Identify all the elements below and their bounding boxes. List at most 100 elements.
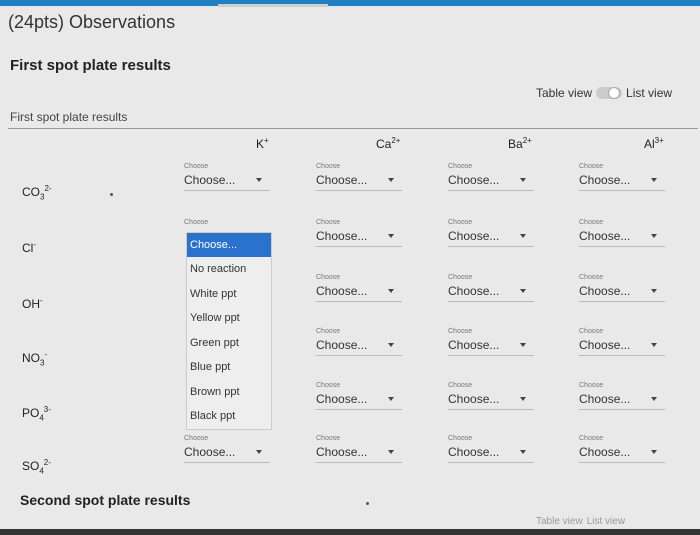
observation-select[interactable]: Choose Choose... bbox=[579, 163, 665, 191]
select-value[interactable]: Choose... bbox=[448, 172, 534, 188]
observation-select[interactable]: Choose Choose... bbox=[316, 163, 402, 191]
select-value-text: Choose... bbox=[448, 173, 500, 187]
chevron-down-icon[interactable] bbox=[651, 234, 657, 238]
select-value[interactable]: Choose... bbox=[184, 172, 270, 188]
chevron-down-icon[interactable] bbox=[520, 178, 526, 182]
dropdown-option[interactable]: Blue ppt bbox=[187, 355, 271, 380]
stray-dot bbox=[110, 193, 113, 196]
dropdown-option[interactable]: No reaction bbox=[187, 257, 271, 282]
chevron-down-icon[interactable] bbox=[388, 234, 394, 238]
dropdown-option[interactable]: Black ppt bbox=[187, 404, 271, 429]
select-small-label: Choose bbox=[579, 219, 604, 226]
select-small-label: Choose bbox=[184, 163, 209, 170]
select-value[interactable]: Choose... bbox=[448, 444, 534, 460]
observation-select[interactable]: Choose Choose... bbox=[448, 163, 534, 191]
observation-select[interactable]: Choose Choose... bbox=[184, 163, 270, 191]
chevron-down-icon[interactable] bbox=[651, 450, 657, 454]
dropdown-option[interactable]: White ppt bbox=[187, 282, 271, 307]
row-header-subscript: 3 bbox=[40, 192, 45, 202]
chevron-down-icon[interactable] bbox=[256, 178, 262, 182]
chevron-down-icon[interactable] bbox=[520, 397, 526, 401]
chevron-down-icon[interactable] bbox=[388, 397, 394, 401]
dropdown-option[interactable]: Brown ppt bbox=[187, 380, 271, 405]
chevron-down-icon[interactable] bbox=[520, 450, 526, 454]
observation-select[interactable]: Choose Choose... bbox=[448, 382, 534, 410]
chevron-down-icon[interactable] bbox=[388, 343, 394, 347]
row-header-base: OH bbox=[22, 297, 40, 311]
observation-select[interactable]: Choose Choose... bbox=[316, 435, 402, 463]
table-view-label[interactable]: Table view bbox=[536, 86, 592, 100]
select-value[interactable]: Choose... bbox=[448, 391, 534, 407]
select-value-text: Choose... bbox=[448, 229, 500, 243]
select-underline bbox=[579, 355, 665, 356]
select-value[interactable]: Choose... bbox=[448, 283, 534, 299]
dropdown-option[interactable]: Green ppt bbox=[187, 331, 271, 356]
dropdown-option[interactable]: Yellow ppt bbox=[187, 306, 271, 331]
select-value-text: Choose... bbox=[579, 445, 631, 459]
observation-select[interactable]: Choose Choose... bbox=[579, 274, 665, 302]
select-value[interactable]: Choose... bbox=[579, 172, 665, 188]
select-value[interactable]: Choose... bbox=[316, 172, 402, 188]
list-view-label[interactable]: List view bbox=[626, 86, 672, 100]
select-small-label: Choose bbox=[316, 274, 341, 281]
chevron-down-icon[interactable] bbox=[256, 450, 262, 454]
select-small-label: Choose bbox=[579, 163, 604, 170]
select-value[interactable]: Choose... bbox=[579, 444, 665, 460]
observation-select[interactable]: Choose Choose... bbox=[579, 328, 665, 356]
observation-select[interactable]: Choose Choose... bbox=[448, 274, 534, 302]
observation-select[interactable]: Choose Choose... bbox=[579, 382, 665, 410]
column-header-base: Al bbox=[644, 137, 655, 151]
observation-select[interactable]: Choose Choose... bbox=[316, 382, 402, 410]
chevron-down-icon[interactable] bbox=[388, 450, 394, 454]
select-value[interactable]: Choose... bbox=[316, 228, 402, 244]
select-value[interactable]: Choose... bbox=[316, 337, 402, 353]
column-header-base: Ca bbox=[376, 137, 392, 151]
observation-select[interactable]: Choose Choose... bbox=[448, 328, 534, 356]
observation-select[interactable]: Choose Choose... bbox=[316, 328, 402, 356]
select-value[interactable]: Choose... bbox=[579, 228, 665, 244]
select-value[interactable]: Choose... bbox=[316, 391, 402, 407]
select-value[interactable]: Choose... bbox=[448, 228, 534, 244]
select-value[interactable]: Choose... bbox=[316, 444, 402, 460]
select-underline bbox=[579, 301, 665, 302]
select-underline bbox=[579, 462, 665, 463]
select-value-text: Choose... bbox=[316, 445, 368, 459]
select-underline bbox=[579, 190, 665, 191]
row-header: NO3- bbox=[22, 350, 47, 367]
chevron-down-icon[interactable] bbox=[388, 289, 394, 293]
select-value[interactable]: Choose... bbox=[316, 283, 402, 299]
observation-select[interactable]: Choose Choose... bbox=[184, 435, 270, 463]
table-caption: First spot plate results bbox=[10, 110, 128, 124]
reaction-dropdown[interactable]: Choose... No reaction White ppt Yellow p… bbox=[186, 232, 272, 430]
chevron-down-icon[interactable] bbox=[651, 178, 657, 182]
bottom-list-view-label[interactable]: List view bbox=[587, 516, 625, 527]
view-toggle[interactable]: Table view List view bbox=[536, 86, 672, 100]
top-accent-bar bbox=[0, 0, 700, 6]
row-header: SO42- bbox=[22, 458, 51, 475]
chevron-down-icon[interactable] bbox=[651, 397, 657, 401]
dropdown-option-selected[interactable]: Choose... bbox=[187, 233, 271, 257]
chevron-down-icon[interactable] bbox=[388, 178, 394, 182]
select-value[interactable]: Choose... bbox=[448, 337, 534, 353]
chevron-down-icon[interactable] bbox=[651, 343, 657, 347]
toggle-switch-icon[interactable] bbox=[596, 87, 623, 99]
observation-select[interactable]: Choose Choose... bbox=[579, 435, 665, 463]
select-value[interactable]: Choose... bbox=[184, 444, 270, 460]
observation-select[interactable]: Choose Choose... bbox=[579, 219, 665, 247]
bottom-view-toggle[interactable]: Table view List view bbox=[536, 516, 625, 527]
chevron-down-icon[interactable] bbox=[520, 289, 526, 293]
select-value-text: Choose... bbox=[448, 392, 500, 406]
select-small-label: Choose bbox=[579, 328, 604, 335]
chevron-down-icon[interactable] bbox=[651, 289, 657, 293]
chevron-down-icon[interactable] bbox=[520, 234, 526, 238]
observation-select[interactable]: Choose Choose... bbox=[316, 274, 402, 302]
observation-select[interactable]: Choose Choose... bbox=[448, 219, 534, 247]
select-value[interactable]: Choose... bbox=[579, 283, 665, 299]
bottom-table-view-label[interactable]: Table view bbox=[536, 516, 583, 527]
select-value[interactable]: Choose... bbox=[579, 391, 665, 407]
chevron-down-icon[interactable] bbox=[520, 343, 526, 347]
select-value[interactable]: Choose... bbox=[579, 337, 665, 353]
observation-select[interactable]: Choose Choose... bbox=[316, 219, 402, 247]
observation-select[interactable]: Choose Choose... bbox=[448, 435, 534, 463]
page-title: (24pts) Observations bbox=[8, 12, 176, 32]
